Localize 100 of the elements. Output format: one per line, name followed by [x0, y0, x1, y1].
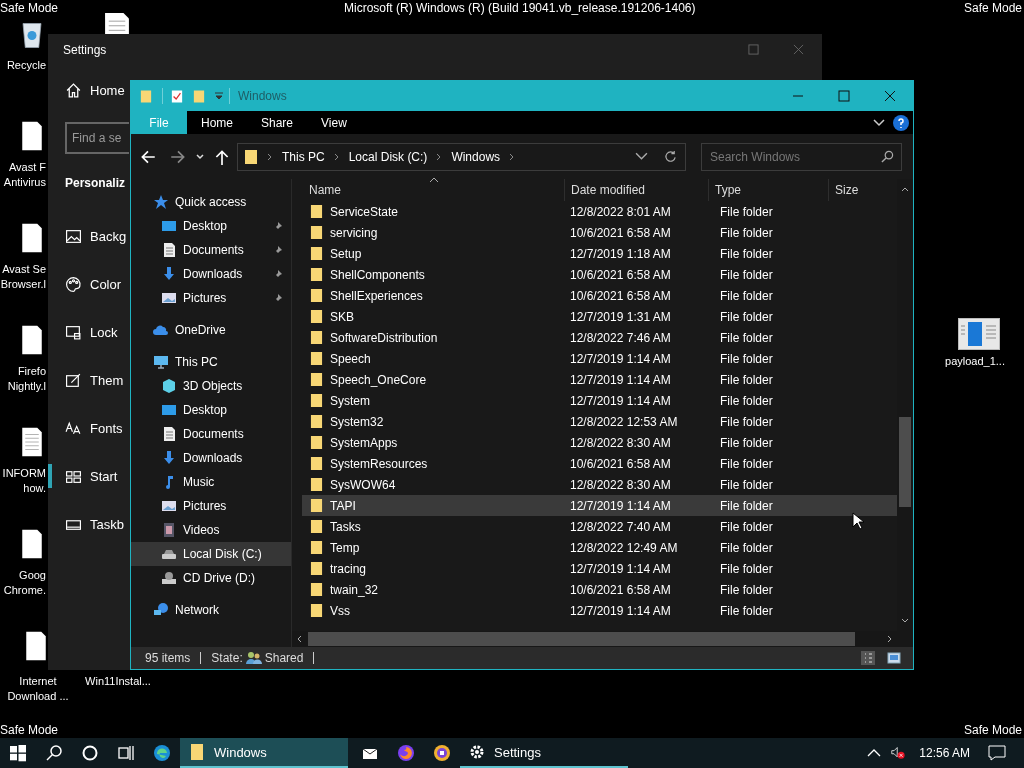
ribbon-tab[interactable]: Home — [187, 111, 247, 134]
nav-item[interactable]: Downloads — [131, 262, 291, 286]
nav-item[interactable]: Documents — [131, 238, 291, 262]
file-row[interactable]: Temp 12/8/2022 12:49 AM File folder — [302, 537, 898, 558]
file-row[interactable]: SystemApps 12/8/2022 8:30 AM File folder — [302, 432, 898, 453]
date-cell-text: 12/8/2022 7:40 AM — [569, 519, 672, 534]
nav-item[interactable]: OneDrive — [131, 318, 291, 342]
breadcrumb-item[interactable]: Local Disk (C:) — [348, 149, 428, 164]
clock[interactable]: 12:56 AM — [919, 746, 970, 760]
settings-nav-item[interactable]: Fonts — [48, 404, 130, 452]
file-row[interactable]: SoftwareDistribution 12/8/2022 7:46 AM File folder — [302, 327, 898, 348]
settings-nav-item[interactable]: Color — [48, 260, 130, 308]
type-cell-text: File folder — [719, 246, 774, 261]
search-field[interactable]: Search Windows — [701, 142, 902, 171]
column-header[interactable]: Name — [292, 179, 564, 201]
file-row[interactable]: SKB 12/7/2019 1:31 AM File folder — [302, 306, 898, 327]
scrollbar-thumb[interactable] — [308, 632, 855, 646]
file-row[interactable]: Setup 12/7/2019 1:18 AM File folder — [302, 243, 898, 264]
breadcrumb-item[interactable]: This PC — [282, 149, 325, 164]
file-name: tracing — [330, 561, 367, 576]
file-name: ShellComponents — [330, 267, 425, 282]
file-row[interactable]: SysWOW64 12/8/2022 8:30 AM File folder — [302, 474, 898, 495]
nav-item[interactable]: Desktop — [131, 398, 291, 422]
file-row[interactable]: SystemResources 10/6/2021 6:58 AM File folder — [302, 453, 898, 474]
folder-icon — [188, 743, 206, 761]
address-bar[interactable]: This PC Local Disk (C:) Windows — [237, 142, 686, 171]
close-icon[interactable] — [793, 44, 804, 55]
ribbon-tab[interactable]: Share — [247, 111, 308, 134]
large-icons-view-icon[interactable] — [887, 651, 901, 665]
column-header[interactable]: Type — [708, 179, 828, 201]
muted-speaker-icon[interactable] — [891, 746, 906, 760]
properties-icon[interactable] — [171, 88, 183, 104]
settings-nav-item[interactable]: Them — [48, 356, 130, 404]
date-cell-text: 10/6/2021 6:58 AM — [569, 225, 672, 240]
settings-nav-item[interactable]: Lock — [48, 308, 130, 356]
taskbar-button[interactable]: Windows — [180, 738, 348, 768]
taskbar-button[interactable]: Settings — [460, 738, 628, 768]
file-row[interactable]: Tasks 12/8/2022 7:40 AM File folder — [302, 516, 898, 537]
sort-icon[interactable] — [429, 177, 439, 183]
nav-item[interactable]: Quick access — [131, 190, 291, 214]
file-row[interactable]: Speech 12/7/2019 1:14 AM File folder — [302, 348, 898, 369]
file-row[interactable]: twain_32 10/6/2021 6:58 AM File folder — [302, 579, 898, 600]
chevron-icon[interactable] — [267, 152, 273, 161]
type-cell-text: File folder — [719, 330, 774, 345]
nav-item[interactable]: Music — [131, 470, 291, 494]
chevron-icon[interactable] — [509, 152, 516, 161]
search-icon[interactable] — [881, 149, 894, 163]
nav-item[interactable]: Pictures — [131, 494, 291, 518]
scroll-left-icon[interactable] — [296, 635, 304, 643]
settings-nav-item[interactable]: Start — [48, 452, 130, 500]
nav-item[interactable]: 3D Objects — [131, 374, 291, 398]
file-row[interactable]: Vss 12/7/2019 1:14 AM File folder — [302, 600, 898, 621]
column-header[interactable]: Date modified — [564, 179, 708, 201]
file-row[interactable]: System32 12/8/2022 12:53 AM File folder — [302, 411, 898, 432]
file-row[interactable]: servicing 10/6/2021 6:58 AM File folder — [302, 222, 898, 243]
nav-item[interactable]: Downloads — [131, 446, 291, 470]
desktop-icon — [161, 402, 177, 418]
home-link[interactable]: Home — [90, 82, 125, 98]
nav-item[interactable]: Local Disk (C:) — [131, 542, 291, 566]
star-icon — [153, 194, 169, 210]
refresh-icon[interactable] — [664, 150, 677, 163]
nav-item[interactable]: This PC — [131, 350, 291, 374]
file-row[interactable]: ServiceState 12/8/2022 8:01 AM File folder — [302, 201, 898, 222]
type-cell-text: File folder — [719, 603, 774, 618]
chevron-icon[interactable] — [333, 152, 340, 161]
text-file-icon[interactable] — [102, 12, 132, 34]
nav-item[interactable]: Desktop — [131, 214, 291, 238]
ribbon-tab[interactable]: View — [307, 111, 361, 134]
window-title: Windows — [238, 89, 287, 103]
scroll-down-icon[interactable] — [901, 616, 909, 624]
settings-nav-item[interactable]: Backg — [48, 212, 130, 260]
help-icon[interactable] — [893, 114, 909, 131]
scroll-up-icon[interactable] — [901, 186, 909, 194]
pictures-icon — [161, 290, 177, 306]
videos-icon — [161, 522, 177, 538]
scrollbar-thumb[interactable] — [899, 417, 911, 507]
details-view-icon[interactable] — [861, 651, 875, 665]
nav-item[interactable]: Pictures — [131, 286, 291, 310]
file-row[interactable]: ShellExperiences 10/6/2021 6:58 AM File folder — [302, 285, 898, 306]
scroll-right-icon[interactable] — [885, 635, 893, 643]
folder-icon — [310, 309, 323, 324]
search-field[interactable]: Find a se — [65, 122, 129, 154]
file-row[interactable]: Speech_OneCore 12/7/2019 1:14 AM File folder — [302, 369, 898, 390]
notifications-icon[interactable] — [988, 745, 1006, 761]
nav-item[interactable]: CD Drive (D:) — [131, 566, 291, 590]
chevron-icon[interactable] — [436, 152, 443, 161]
chevron-icon[interactable] — [873, 118, 885, 127]
file-row[interactable]: tracing 12/7/2019 1:14 AM File folder — [302, 558, 898, 579]
dropdown-icon[interactable] — [635, 150, 648, 163]
nav-item[interactable]: Documents — [131, 422, 291, 446]
dropdown-icon[interactable] — [195, 151, 205, 162]
file-name: ShellExperiences — [330, 288, 423, 303]
nav-item[interactable]: Network — [131, 598, 291, 622]
settings-nav-item[interactable]: Taskb — [48, 500, 130, 548]
nav-item[interactable]: Videos — [131, 518, 291, 542]
file-row[interactable]: ShellComponents 10/6/2021 6:58 AM File folder — [302, 264, 898, 285]
file-row[interactable]: System 12/7/2019 1:14 AM File folder — [302, 390, 898, 411]
file-row[interactable]: TAPI 12/7/2019 1:14 AM File folder — [302, 495, 898, 516]
window-app-icon[interactable] — [958, 318, 1000, 350]
breadcrumb-item[interactable]: Windows — [451, 149, 501, 164]
